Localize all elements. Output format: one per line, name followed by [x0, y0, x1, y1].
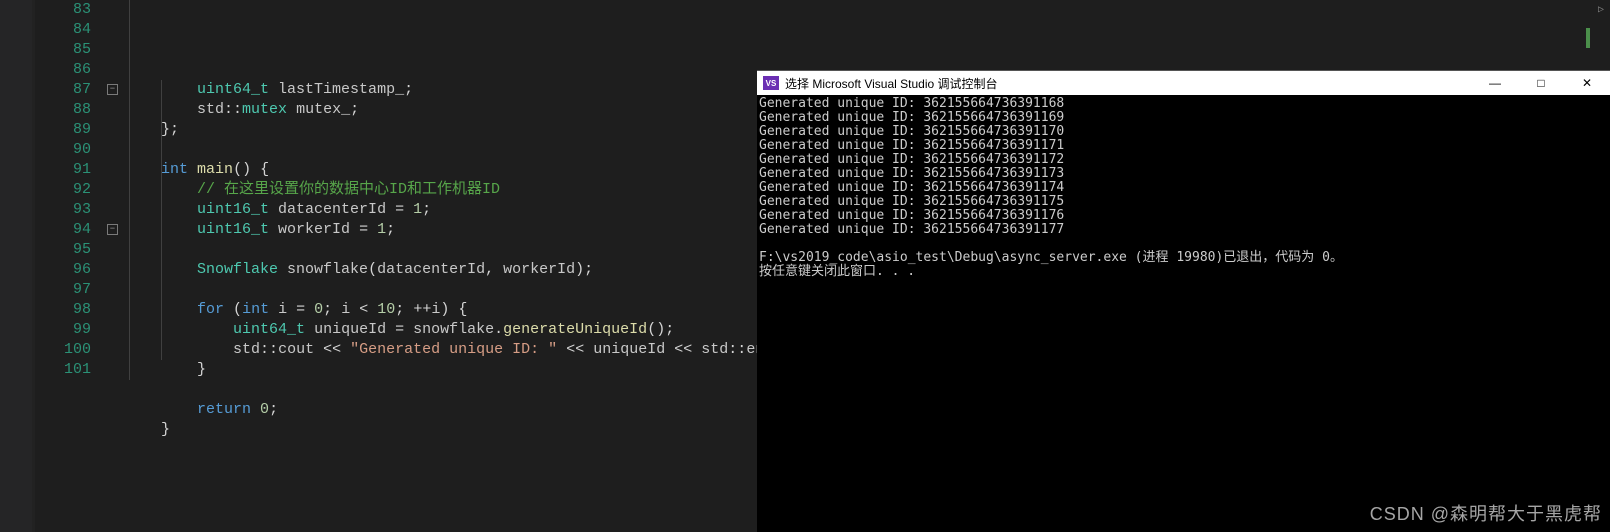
fold-column[interactable]: −− — [105, 0, 125, 532]
line-number: 95 — [35, 240, 91, 260]
line-number: 83 — [35, 0, 91, 20]
close-button[interactable]: ✕ — [1564, 71, 1610, 95]
line-number: 93 — [35, 200, 91, 220]
editor-left-rail — [0, 0, 35, 532]
line-number: 98 — [35, 300, 91, 320]
line-number: 91 — [35, 160, 91, 180]
line-number: 99 — [35, 320, 91, 340]
console-title-text: 选择 Microsoft Visual Studio 调试控制台 — [785, 75, 1472, 92]
line-number: 84 — [35, 20, 91, 40]
fold-toggle[interactable]: − — [107, 84, 118, 95]
line-number: 101 — [35, 360, 91, 380]
maximize-button[interactable]: □ — [1518, 71, 1564, 95]
console-titlebar[interactable]: VS 选择 Microsoft Visual Studio 调试控制台 — □ … — [757, 71, 1610, 95]
line-number: 92 — [35, 180, 91, 200]
watermark-text: CSDN @森明帮大于黑虎帮 — [1370, 500, 1602, 526]
console-output[interactable]: Generated unique ID: 362155664736391168 … — [757, 95, 1610, 279]
minimize-button[interactable]: — — [1472, 71, 1518, 95]
minimap-highlight — [1586, 28, 1590, 48]
debug-console-window[interactable]: VS 选择 Microsoft Visual Studio 调试控制台 — □ … — [757, 70, 1610, 532]
line-number: 88 — [35, 100, 91, 120]
console-app-icon: VS — [763, 76, 779, 90]
line-number: 97 — [35, 280, 91, 300]
line-number: 100 — [35, 340, 91, 360]
line-number: 85 — [35, 40, 91, 60]
line-number: 87 — [35, 80, 91, 100]
line-number: 89 — [35, 120, 91, 140]
line-number: 96 — [35, 260, 91, 280]
line-number-gutter[interactable]: 8384858687888990919293949596979899100101 — [35, 0, 105, 532]
line-number: 94 — [35, 220, 91, 240]
line-number: 90 — [35, 140, 91, 160]
line-number: 86 — [35, 60, 91, 80]
scroll-up-arrow[interactable]: ▷ — [1594, 4, 1608, 16]
fold-toggle[interactable]: − — [107, 224, 118, 235]
